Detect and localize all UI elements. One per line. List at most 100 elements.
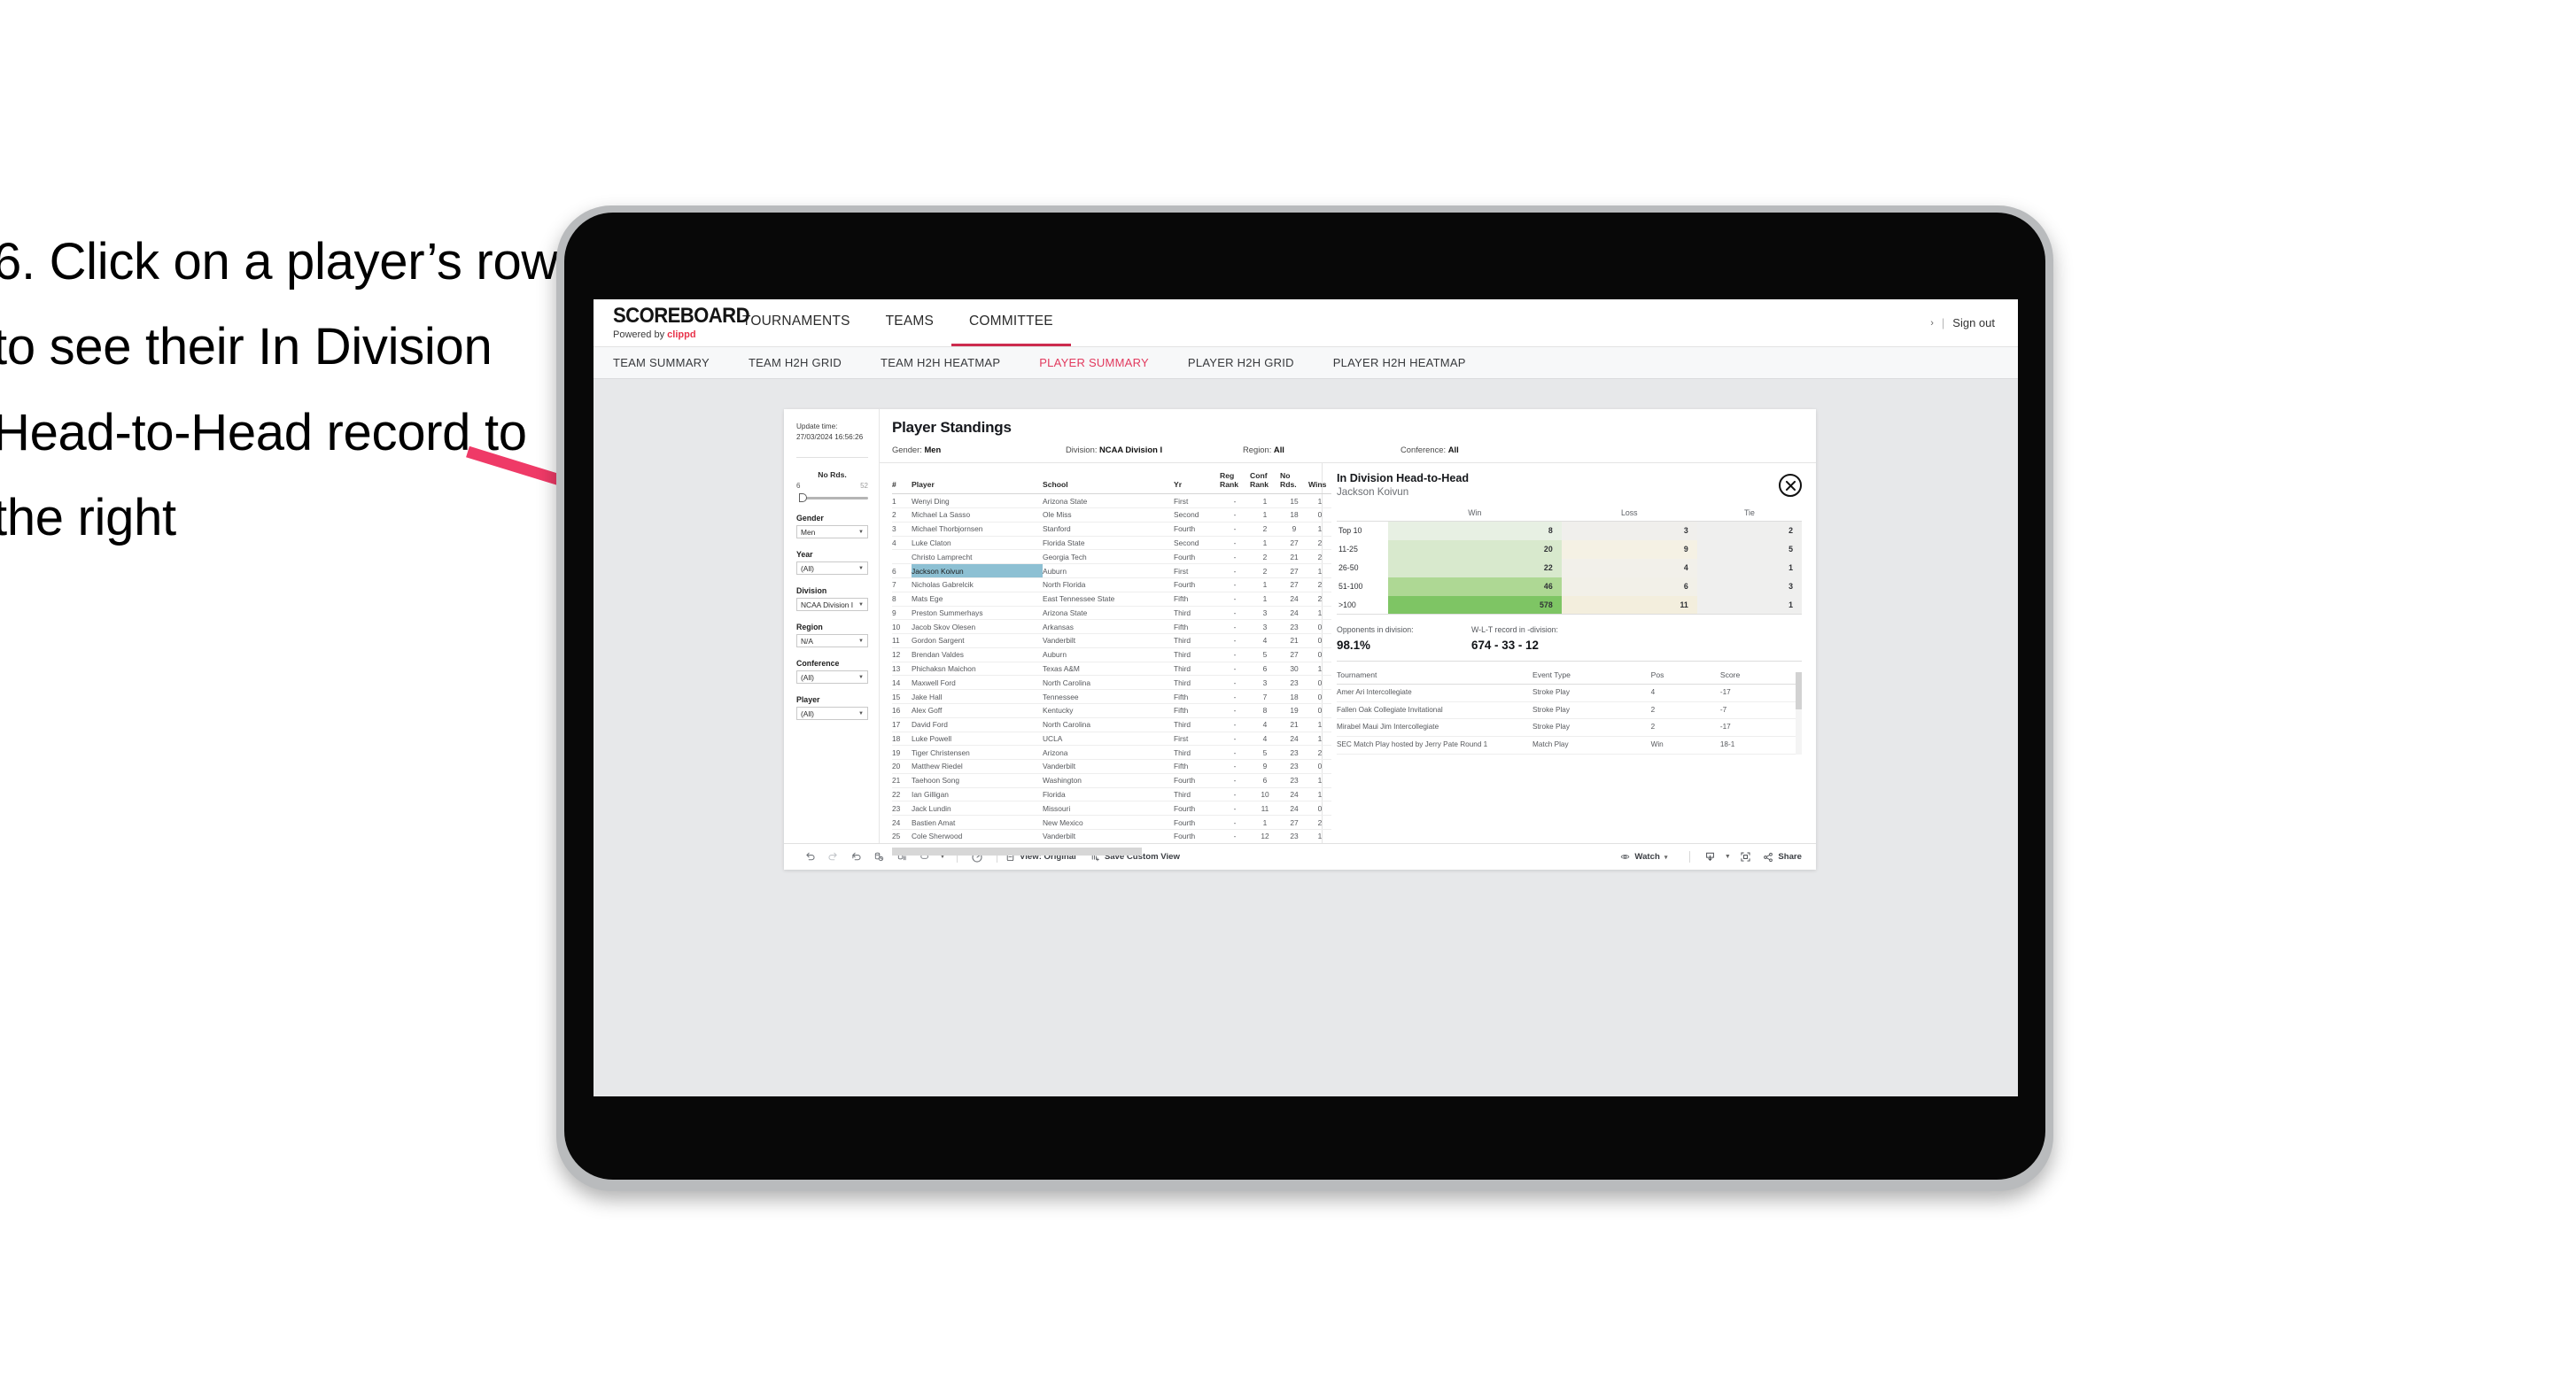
h2h-row: 26-50 22 4 1	[1337, 558, 1802, 577]
col-player[interactable]: Player	[912, 472, 1043, 495]
refresh-data-icon[interactable]	[867, 851, 890, 863]
update-time: Update time: 27/03/2024 16:56:26	[796, 422, 879, 443]
cell-player: Bastien Amat	[912, 815, 1043, 830]
tournament-row[interactable]: Fallen Oak Collegiate Invitational Stroke…	[1337, 701, 1802, 720]
tab-player-summary[interactable]: PLAYER SUMMARY	[1039, 356, 1149, 369]
col-event-type[interactable]: Event Type	[1532, 670, 1651, 685]
cell-no-rds: 24	[1280, 801, 1308, 817]
table-row[interactable]: 17 David Ford North Carolina Third -4 21 1	[892, 717, 1331, 732]
tournament-table: Tournament Event Type Pos Score Amer Ari…	[1337, 670, 1802, 755]
table-row[interactable]: 4 Luke Claton Florida State Second -1 27 2	[892, 536, 1331, 551]
download-dropdown-icon[interactable]: ▼	[1721, 854, 1734, 860]
cell-reg-rank: -	[1220, 732, 1250, 747]
table-row[interactable]: 13 Phichaksn Maichon Texas A&M Third -6 30 1	[892, 662, 1331, 677]
h2h-cell-loss: 9	[1561, 539, 1697, 559]
col-no-rds[interactable]: No Rds.	[1280, 471, 1308, 495]
tournament-row[interactable]: Amer Ari Intercollegiate Stroke Play 4 -17	[1337, 684, 1802, 702]
tournament-scrollbar-thumb[interactable]	[1796, 672, 1802, 709]
table-row[interactable]: Christo Lamprecht Georgia Tech Fourth -2 21 2	[892, 549, 1331, 565]
col-score[interactable]: Score	[1719, 670, 1802, 685]
share-button[interactable]: Share	[1763, 852, 1802, 863]
tournament-row[interactable]: Mirabel Maui Jim Intercollegiate Stroke P…	[1337, 718, 1802, 737]
tab-team-summary[interactable]: TEAM SUMMARY	[613, 356, 710, 369]
table-row[interactable]: 24 Bastien Amat New Mexico Fourth -1 27 2	[892, 815, 1331, 830]
cell-school: Arizona State	[1043, 606, 1174, 621]
slider-handle[interactable]	[799, 493, 807, 503]
table-row[interactable]: 3 Michael Thorbjornsen Stanford Fourth -2 9 1	[892, 522, 1331, 537]
table-row[interactable]: 19 Tiger Christensen Arizona Third -5 23 2	[892, 745, 1331, 761]
tab-team-h2h-heatmap[interactable]: TEAM H2H HEATMAP	[881, 356, 1000, 369]
cell-player: Michael La Sasso	[912, 507, 1043, 523]
workbook-main: Player Standings Gender: Men Division: N…	[880, 409, 1816, 856]
cell-player: Jack Lundin	[912, 801, 1043, 817]
cell-conf-rank: 1	[1250, 536, 1280, 551]
no-rounds-slider[interactable]	[796, 493, 868, 503]
table-row[interactable]: 12 Brendan Valdes Auburn Third -5 27 0	[892, 647, 1331, 662]
table-row[interactable]: 14 Maxwell Ford North Carolina Third -3 23 0	[892, 675, 1331, 691]
fullscreen-icon[interactable]	[1734, 851, 1757, 863]
toolbar-divider-3	[1689, 851, 1691, 863]
table-row[interactable]: 11 Gordon Sargent Vanderbilt Third -4 21 0	[892, 633, 1331, 648]
filter-year-select[interactable]: (All) ▼	[796, 561, 868, 576]
tournament-row[interactable]: SEC Match Play hosted by Jerry Pate Roun…	[1337, 736, 1802, 755]
scrollbar-thumb[interactable]	[892, 847, 1142, 856]
tab-player-h2h-grid[interactable]: PLAYER H2H GRID	[1188, 356, 1294, 369]
table-row[interactable]: 22 Ian Gilligan Florida Third -10 24 1	[892, 787, 1331, 802]
redo-icon[interactable]	[821, 851, 844, 863]
table-row[interactable]: 16 Alex Goff Kentucky Fifth -8 19 0	[892, 703, 1331, 718]
table-row[interactable]: 20 Matthew Riedel Vanderbilt Fifth -9 23 0	[892, 759, 1331, 774]
table-row[interactable]: 6 Jackson Koivun Auburn First -2 27 1	[892, 563, 1331, 578]
table-row[interactable]: 1 Wenyi Ding Arizona State First -1 15 1	[892, 493, 1331, 509]
table-row[interactable]: 7 Nicholas Gabrelcik North Florida Fourth -1…	[892, 577, 1331, 592]
cell-yr: Third	[1174, 647, 1220, 662]
cell-rank: 19	[892, 745, 912, 761]
table-row[interactable]: 18 Luke Powell UCLA First -4 24 1	[892, 732, 1331, 747]
table-row[interactable]: 23 Jack Lundin Missouri Fourth -11 24 0	[892, 801, 1331, 817]
brand-logo: SCOREBOARD Powered by clippd	[594, 299, 750, 346]
table-row[interactable]: 21 Taehoon Song Washington Fourth -6 23 1	[892, 773, 1331, 788]
table-row[interactable]: 8 Mats Ege East Tennessee State Fifth -1 24 2	[892, 592, 1331, 607]
toolbar-right: Watch ▾ ▼ Share	[1620, 851, 1802, 863]
cell-school: North Florida	[1043, 577, 1174, 592]
download-icon[interactable]	[1698, 851, 1721, 863]
col-pos[interactable]: Pos	[1650, 670, 1720, 685]
cell-player: Michael Thorbjornsen	[912, 522, 1043, 537]
tab-player-h2h-heatmap[interactable]: PLAYER H2H HEATMAP	[1333, 356, 1466, 369]
col-tournament[interactable]: Tournament	[1337, 670, 1533, 685]
revert-icon[interactable]	[844, 851, 867, 863]
meta-division: Division: NCAA Division I	[1066, 445, 1243, 454]
table-row[interactable]: 25 Cole Sherwood Vanderbilt Fourth -12 23 1	[892, 829, 1331, 844]
table-row[interactable]: 15 Jake Hall Tennessee Fifth -7 18 0	[892, 689, 1331, 704]
undo-icon[interactable]	[798, 851, 821, 863]
no-rounds-range: 6 52	[796, 482, 868, 490]
filter-conference-select[interactable]: (All) ▼	[796, 670, 868, 685]
tab-team-h2h-grid[interactable]: TEAM H2H GRID	[749, 356, 842, 369]
filter-gender-select[interactable]: Men ▼	[796, 525, 868, 539]
filter-division-select[interactable]: NCAA Division I ▼	[796, 598, 868, 612]
col-school[interactable]: School	[1043, 472, 1174, 495]
h2h-table-head: Win Loss Tie	[1337, 508, 1802, 522]
table-row[interactable]: 10 Jacob Skov Olesen Arkansas Fifth -3 23 0	[892, 619, 1331, 635]
sign-out-link[interactable]: Sign out	[1952, 316, 1995, 329]
cell-school: Arizona State	[1043, 493, 1174, 509]
chevron-right-icon[interactable]: ›	[1930, 318, 1934, 329]
close-icon[interactable]	[1779, 474, 1802, 497]
table-row[interactable]: 2 Michael La Sasso Ole Miss Second -1 18 0	[892, 507, 1331, 523]
nav-committee[interactable]: COMMITTEE	[951, 299, 1071, 346]
app-header: SCOREBOARD Powered by clippd TOURNAMENTS…	[594, 299, 2018, 347]
cell-conf-rank: 9	[1250, 759, 1280, 774]
h2h-cell-loss: 3	[1561, 521, 1697, 540]
cell-conf-rank: 4	[1250, 717, 1280, 732]
filter-player-select[interactable]: (All) ▼	[796, 707, 868, 721]
col-rank[interactable]: #	[892, 472, 912, 495]
col-conf-rank[interactable]: Conf Rank	[1250, 471, 1280, 495]
cell-rank: 10	[892, 619, 912, 635]
col-yr[interactable]: Yr	[1174, 472, 1220, 495]
cell-yr: Third	[1174, 787, 1220, 802]
col-reg-rank[interactable]: Reg Rank	[1220, 471, 1250, 495]
filter-region-select[interactable]: N/A ▼	[796, 634, 868, 648]
chevron-down-icon: ▼	[858, 565, 864, 571]
watch-button[interactable]: Watch ▾	[1620, 852, 1667, 862]
table-row[interactable]: 9 Preston Summerhays Arizona State Third -3 2…	[892, 606, 1331, 621]
nav-teams[interactable]: TEAMS	[868, 299, 951, 346]
